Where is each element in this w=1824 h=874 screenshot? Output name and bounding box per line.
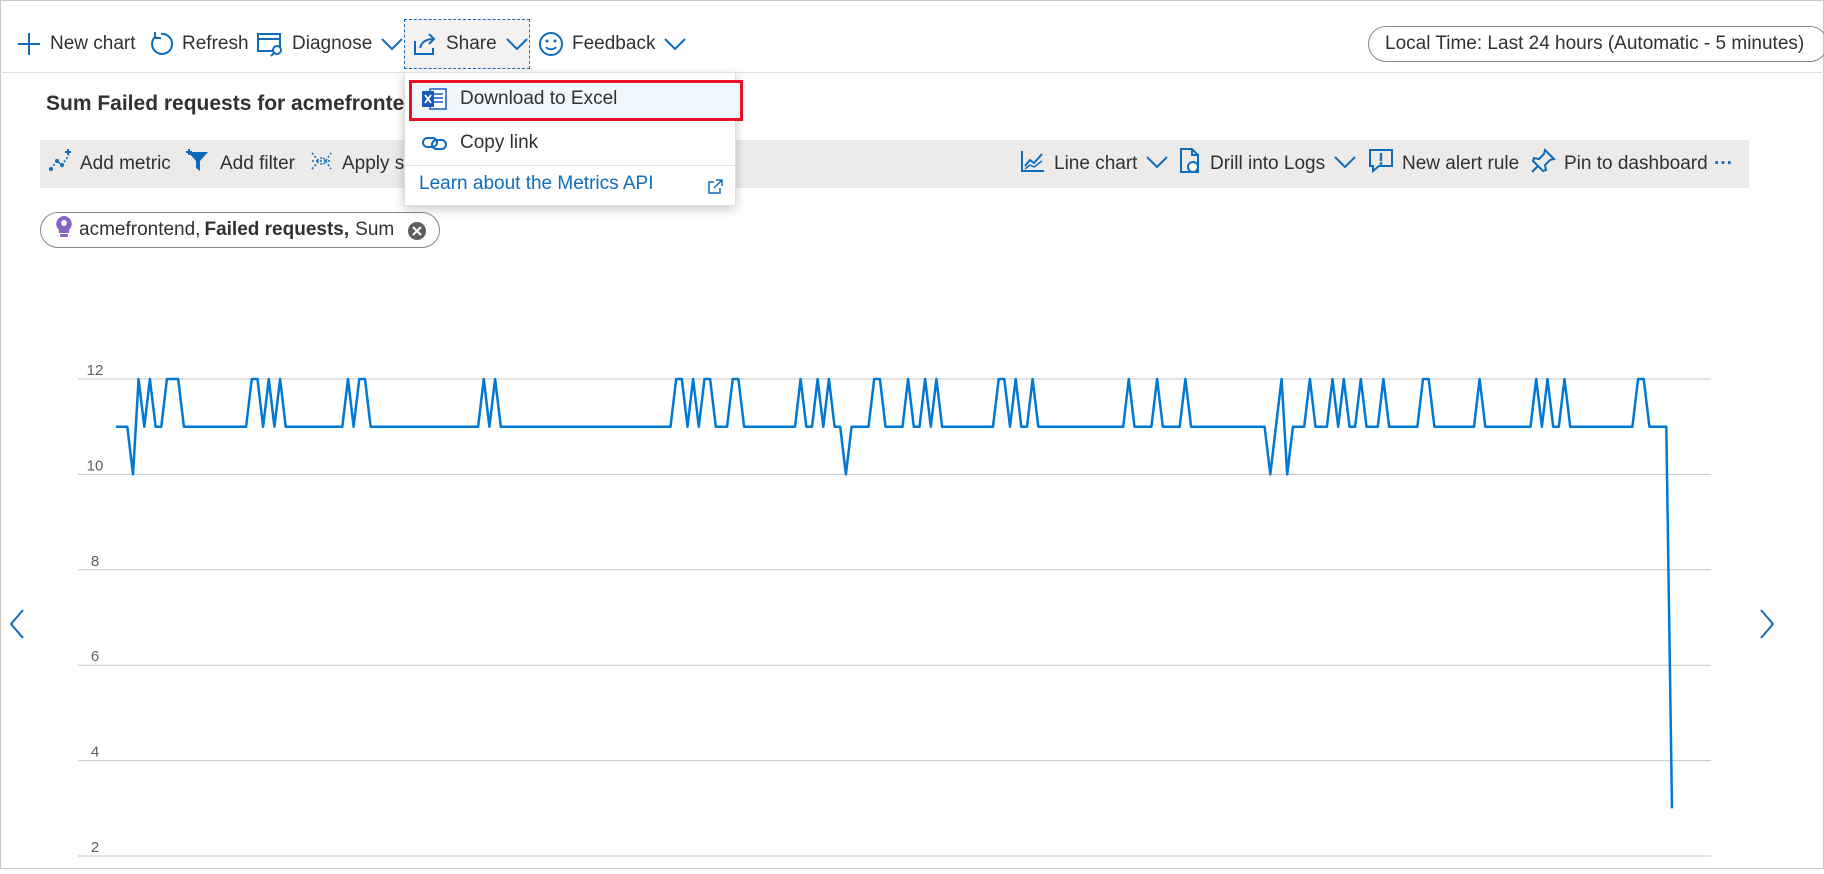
share-dropdown-menu: Download to Excel Copy link Learn about … bbox=[404, 72, 743, 206]
y-tick-label: 8 bbox=[91, 553, 99, 570]
more-options-button[interactable]: ··· bbox=[1714, 140, 1733, 188]
chevron-down-icon bbox=[1145, 153, 1169, 175]
metrics-chart: 12 10 8 6 4 2 bbox=[0, 300, 1824, 869]
copy-link-item[interactable]: Copy link bbox=[405, 123, 737, 163]
time-range-picker[interactable]: Local Time: Last 24 hours (Automatic - 5… bbox=[1368, 26, 1824, 62]
link-icon bbox=[421, 131, 449, 161]
time-range-label: Local Time: Last 24 hours (Automatic - 5… bbox=[1385, 33, 1805, 54]
feedback-button[interactable]: Feedback bbox=[538, 24, 687, 64]
drill-into-logs-button[interactable]: Drill into Logs bbox=[1178, 140, 1357, 188]
chevron-down-icon bbox=[505, 37, 529, 51]
refresh-label: Refresh bbox=[182, 33, 249, 54]
y-tick-label: 6 bbox=[91, 648, 99, 665]
refresh-icon bbox=[148, 31, 174, 57]
share-icon bbox=[412, 31, 438, 57]
add-filter-button[interactable]: Add filter bbox=[186, 140, 295, 188]
y-tick-label: 4 bbox=[91, 744, 99, 761]
diagnose-label: Diagnose bbox=[292, 33, 373, 54]
pin-to-dashboard-label: Pin to dashboard bbox=[1564, 153, 1708, 174]
close-icon[interactable] bbox=[407, 221, 427, 247]
refresh-button[interactable]: Refresh bbox=[148, 24, 249, 64]
y-tick-label: 12 bbox=[87, 362, 104, 379]
series-line-failed-requests bbox=[116, 377, 1674, 809]
feedback-label: Feedback bbox=[572, 33, 656, 54]
add-metric-icon bbox=[48, 149, 72, 179]
download-excel-item[interactable]: Download to Excel bbox=[405, 79, 737, 119]
chevron-down-icon bbox=[380, 37, 404, 51]
menu-divider bbox=[405, 165, 735, 166]
new-chart-label: New chart bbox=[50, 33, 136, 54]
download-excel-label: Download to Excel bbox=[460, 88, 618, 109]
new-chart-button[interactable]: New chart bbox=[16, 24, 136, 64]
line-chart-button[interactable]: Line chart bbox=[1020, 140, 1169, 188]
new-alert-rule-label: New alert rule bbox=[1402, 153, 1520, 174]
y-tick-label: 2 bbox=[91, 839, 99, 856]
metric-pill[interactable]: acmefrontend, Failed requests, Sum bbox=[40, 212, 440, 248]
smiley-icon bbox=[538, 31, 564, 57]
chevron-down-icon bbox=[1333, 153, 1357, 175]
excel-icon bbox=[421, 87, 447, 117]
add-metric-label: Add metric bbox=[80, 153, 171, 174]
chart-title: Sum Failed requests for acmefrontend bbox=[46, 92, 430, 115]
share-label: Share bbox=[446, 33, 497, 54]
copy-link-label: Copy link bbox=[460, 132, 539, 153]
pin-icon bbox=[1530, 148, 1556, 180]
lightbulb-icon bbox=[55, 215, 73, 245]
alert-icon bbox=[1368, 148, 1394, 180]
y-tick-label: 10 bbox=[87, 457, 104, 474]
add-metric-button[interactable]: Add metric bbox=[48, 140, 171, 188]
line-chart-icon bbox=[1020, 149, 1046, 179]
chart-plot: 12 10 8 6 4 2 bbox=[78, 362, 1711, 857]
funnel-icon bbox=[186, 148, 212, 180]
metric-pill-resource: acmefrontend, bbox=[79, 219, 201, 240]
metrics-api-link[interactable]: Learn about the Metrics API bbox=[419, 173, 653, 195]
add-filter-label: Add filter bbox=[220, 153, 295, 174]
pin-to-dashboard-button[interactable]: Pin to dashboard bbox=[1530, 140, 1708, 188]
drill-into-logs-label: Drill into Logs bbox=[1210, 153, 1326, 174]
external-link-icon bbox=[707, 179, 723, 200]
share-button[interactable]: Share bbox=[412, 24, 529, 64]
new-alert-rule-button[interactable]: New alert rule bbox=[1368, 140, 1519, 188]
plus-icon bbox=[16, 31, 42, 57]
apply-splitting-button[interactable]: Apply sp bbox=[310, 140, 415, 188]
line-chart-label: Line chart bbox=[1054, 153, 1138, 174]
diagnose-icon bbox=[256, 31, 284, 57]
diagnose-button[interactable]: Diagnose bbox=[256, 24, 404, 64]
chevron-right-icon[interactable] bbox=[1758, 608, 1776, 645]
splitting-icon bbox=[310, 149, 334, 179]
chart-toolbar: Add metric Add filter Apply sp Line char… bbox=[40, 140, 1749, 188]
more-options-icon: ··· bbox=[1714, 153, 1733, 174]
metric-pill-metric: Failed requests, bbox=[204, 219, 350, 240]
metric-pill-aggregation: Sum bbox=[355, 219, 395, 240]
chevron-down-icon bbox=[663, 37, 687, 51]
logs-icon bbox=[1178, 148, 1202, 180]
chevron-left-icon[interactable] bbox=[8, 608, 26, 645]
